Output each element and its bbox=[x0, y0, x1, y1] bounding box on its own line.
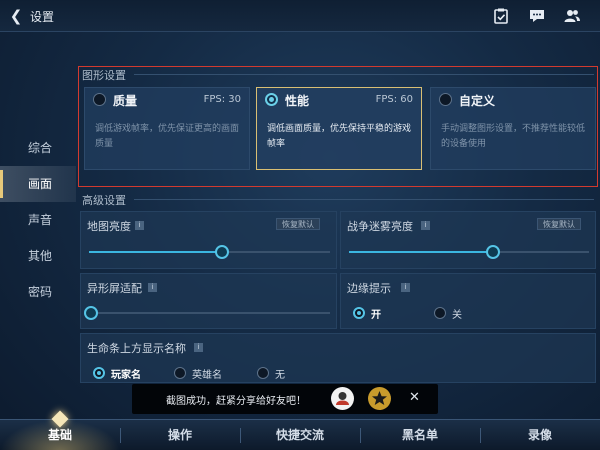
star-icon[interactable] bbox=[368, 387, 391, 410]
quality-description: 调低游戏帧率，优先保证更高的画面质量 bbox=[95, 124, 240, 149]
sidebar-item-display[interactable]: 画面 bbox=[0, 166, 76, 202]
radio-on[interactable] bbox=[93, 367, 105, 379]
player-avatar-icon[interactable] bbox=[331, 387, 354, 410]
radio-on[interactable] bbox=[353, 307, 365, 319]
section-divider bbox=[134, 74, 594, 75]
tab-controls[interactable]: 操作 bbox=[120, 420, 240, 450]
sidebar-item-general[interactable]: 综合 bbox=[0, 130, 76, 166]
custom-description: 手动调整图形设置，不推荐性能较低的设备使用 bbox=[441, 124, 586, 149]
toast-message: 截图成功，赶紧分享给好友吧！ bbox=[166, 396, 306, 407]
fog-brightness-panel: 战争迷雾亮度 i 恢复默认 bbox=[340, 211, 596, 269]
tab-replay[interactable]: 录像 bbox=[480, 420, 600, 450]
option-label: 关 bbox=[452, 310, 462, 321]
fog-brightness-slider[interactable] bbox=[349, 245, 589, 259]
quality-option-card[interactable]: 质量 FPS: 30 调低游戏帧率，优先保证更高的画面质量 bbox=[84, 87, 250, 170]
quality-fps: FPS: 30 bbox=[203, 94, 241, 105]
custom-label: 自定义 bbox=[459, 94, 496, 108]
option-label: 玩家名 bbox=[111, 370, 141, 381]
screenshot-toast: 截图成功，赶紧分享给好友吧！ ✕ bbox=[132, 384, 438, 414]
tab-quick-chat[interactable]: 快捷交流 bbox=[240, 420, 360, 450]
quality-label: 质量 bbox=[113, 94, 138, 108]
info-icon[interactable]: i bbox=[194, 343, 203, 352]
radio-off[interactable] bbox=[257, 367, 269, 379]
map-brightness-reset-button[interactable]: 恢复默认 bbox=[276, 218, 320, 230]
info-icon[interactable]: i bbox=[401, 283, 410, 292]
edge-hint-label: 边缘提示 bbox=[347, 282, 391, 295]
map-brightness-label: 地图亮度 bbox=[87, 220, 131, 233]
health-bar-name-panel: 生命条上方显示名称 i 玩家名 英雄名 无 bbox=[80, 333, 596, 383]
option-label: 英雄名 bbox=[192, 370, 222, 381]
performance-label: 性能 bbox=[285, 94, 310, 108]
slider-knob[interactable] bbox=[214, 245, 229, 259]
performance-radio[interactable] bbox=[265, 93, 278, 106]
sidebar-item-sound[interactable]: 声音 bbox=[0, 202, 76, 238]
tab-blacklist[interactable]: 黑名单 bbox=[360, 420, 480, 450]
notch-adaptation-slider[interactable] bbox=[84, 306, 330, 320]
advanced-section-title: 高级设置 bbox=[82, 194, 126, 207]
chat-bubble-icon[interactable] bbox=[528, 7, 546, 25]
clipboard-check-icon[interactable] bbox=[492, 7, 510, 25]
custom-radio[interactable] bbox=[439, 93, 452, 106]
notch-adaptation-panel: 异形屏适配 i bbox=[80, 273, 337, 329]
info-icon[interactable]: i bbox=[135, 221, 144, 230]
bottom-nav: 基础 操作 快捷交流 黑名单 录像 bbox=[0, 410, 600, 450]
edge-hint-panel: 边缘提示 i 开 关 bbox=[340, 273, 596, 329]
radio-off[interactable] bbox=[434, 307, 446, 319]
info-icon[interactable]: i bbox=[421, 221, 430, 230]
map-brightness-panel: 地图亮度 i 恢复默认 bbox=[80, 211, 337, 269]
graphics-section-title: 图形设置 bbox=[82, 69, 126, 82]
option-label: 无 bbox=[275, 370, 285, 381]
option-label: 开 bbox=[371, 310, 381, 321]
quality-radio[interactable] bbox=[93, 93, 106, 106]
custom-option-card[interactable]: 自定义 手动调整图形设置，不推荐性能较低的设备使用 bbox=[430, 87, 596, 170]
performance-option-card[interactable]: 性能 FPS: 60 调低画面质量，优先保持平稳的游戏帧率 bbox=[256, 87, 422, 170]
fog-brightness-label: 战争迷雾亮度 bbox=[347, 220, 413, 233]
back-arrow-icon[interactable]: ❮ bbox=[6, 6, 26, 26]
sidebar-item-other[interactable]: 其他 bbox=[0, 238, 76, 274]
slider-fill bbox=[349, 251, 493, 253]
slider-knob[interactable] bbox=[486, 245, 500, 259]
close-icon[interactable]: ✕ bbox=[409, 390, 420, 405]
performance-description: 调低画面质量，优先保持平稳的游戏帧率 bbox=[267, 124, 412, 149]
friends-icon[interactable] bbox=[563, 7, 581, 25]
fog-brightness-reset-button[interactable]: 恢复默认 bbox=[537, 218, 581, 230]
radio-off[interactable] bbox=[174, 367, 186, 379]
info-icon[interactable]: i bbox=[148, 283, 157, 292]
section-divider bbox=[134, 199, 594, 200]
slider-knob[interactable] bbox=[84, 306, 98, 320]
page-title: 设置 bbox=[30, 10, 55, 24]
slider-fill bbox=[89, 251, 222, 253]
sidebar: 综合 画面 声音 其他 密码 bbox=[0, 130, 76, 310]
sidebar-item-password[interactable]: 密码 bbox=[0, 274, 76, 310]
notch-adaptation-label: 异形屏适配 bbox=[87, 282, 142, 295]
performance-fps: FPS: 60 bbox=[375, 94, 413, 105]
map-brightness-slider[interactable] bbox=[89, 245, 330, 259]
health-bar-name-label: 生命条上方显示名称 bbox=[87, 342, 186, 355]
top-bar: ❮ 设置 bbox=[0, 0, 600, 32]
